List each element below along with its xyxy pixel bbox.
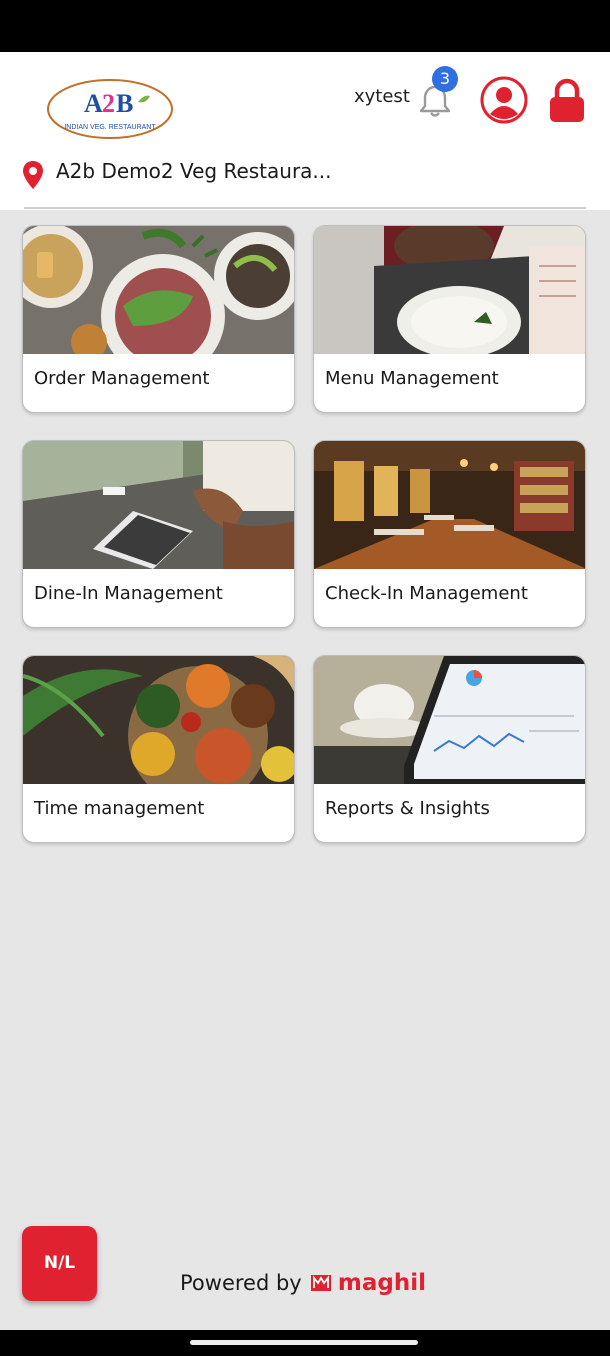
map-pin-icon [22, 160, 44, 190]
a2b-logo: A 2 B INDIAN VEG. RESTAURANT [46, 78, 174, 140]
restaurant-interior-image [314, 441, 585, 569]
location-name: A2b Demo2 Veg Restaura... [56, 159, 332, 183]
svg-text:INDIAN VEG. RESTAURANT: INDIAN VEG. RESTAURANT [64, 124, 156, 131]
tile-label: Dine-In Management [34, 583, 223, 604]
maghil-logo-icon [310, 1273, 331, 1293]
user-profile-icon[interactable] [480, 76, 528, 124]
menu-card-image [314, 226, 585, 354]
tile-label: Time management [34, 798, 205, 819]
app-header: A 2 B INDIAN VEG. RESTAURANT xytest 3 A2… [0, 52, 610, 210]
analytics-tablet-image [314, 656, 585, 784]
nl-floating-button[interactable]: N/L [22, 1226, 97, 1301]
svg-text:A: A [84, 89, 103, 118]
tile-label: Order Management [34, 368, 210, 389]
tile-menu-management[interactable]: Menu Management [313, 225, 586, 413]
svg-text:2: 2 [102, 89, 115, 118]
home-indicator[interactable] [190, 1340, 418, 1345]
tile-dine-in-management[interactable]: Dine-In Management [22, 440, 295, 628]
powered-by-text: Powered by [180, 1271, 302, 1295]
svg-text:B: B [116, 89, 133, 118]
tile-time-management[interactable]: Time management [22, 655, 295, 843]
header-divider [24, 207, 586, 209]
maghil-brand-text: maghil [337, 1270, 426, 1296]
tile-reports-insights[interactable]: Reports & Insights [313, 655, 586, 843]
username: xytest [354, 86, 410, 107]
indian-thali-image [23, 656, 294, 784]
tile-check-in-management[interactable]: Check-In Management [313, 440, 586, 628]
lock-icon[interactable] [548, 78, 586, 124]
powered-by-footer: Powered by maghil [180, 1270, 426, 1302]
food-platter-image [23, 226, 294, 354]
location-selector[interactable]: A2b Demo2 Veg Restaura... [22, 156, 582, 192]
tablet-table-image [23, 441, 294, 569]
tile-label: Reports & Insights [325, 798, 490, 819]
status-bar [0, 0, 610, 52]
tile-label: Menu Management [325, 368, 499, 389]
tile-label: Check-In Management [325, 583, 528, 604]
tile-order-management[interactable]: Order Management [22, 225, 295, 413]
notification-badge: 3 [432, 66, 458, 92]
